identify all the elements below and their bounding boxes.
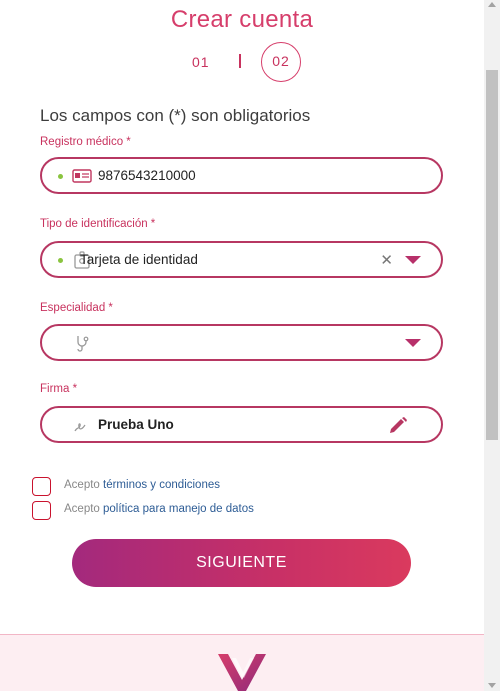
- registro-medico-field[interactable]: 9876543210000: [40, 157, 443, 194]
- step-one[interactable]: 01: [192, 54, 210, 70]
- scroll-down-icon[interactable]: [488, 683, 496, 688]
- status-dot: [58, 174, 63, 179]
- terms-prefix: Acepto: [64, 479, 100, 491]
- registro-medico-label: Registro médico *: [40, 136, 131, 148]
- status-dot: [58, 258, 63, 263]
- firma-label: Firma *: [40, 383, 78, 395]
- page-title: Crear cuenta: [170, 6, 314, 33]
- policy-prefix: Acepto: [64, 503, 100, 515]
- pencil-icon[interactable]: [387, 416, 409, 436]
- signature-icon: [74, 423, 86, 432]
- id-card-icon: [72, 169, 92, 183]
- scroll-thumb[interactable]: [486, 70, 498, 440]
- terms-link[interactable]: términos y condiciones: [103, 479, 220, 491]
- terms-text: Acepto términos y condiciones: [64, 479, 220, 491]
- especialidad-label: Especialidad *: [40, 302, 113, 314]
- chevron-down-icon[interactable]: [405, 256, 421, 264]
- brand-logo: [218, 654, 266, 691]
- scrollbar[interactable]: [484, 0, 500, 691]
- stethoscope-icon: [77, 336, 89, 352]
- step-indicator: 01 02: [0, 42, 484, 82]
- tipo-identificacion-label: Tipo de identificación *: [40, 218, 156, 230]
- clear-icon[interactable]: ✕: [380, 251, 393, 269]
- especialidad-select[interactable]: [40, 324, 443, 361]
- scroll-up-icon[interactable]: [488, 2, 496, 7]
- policy-link[interactable]: política para manejo de datos: [103, 503, 254, 515]
- policy-checkbox[interactable]: [32, 501, 51, 520]
- policy-text: Acepto política para manejo de datos: [64, 503, 254, 515]
- chevron-down-icon[interactable]: [405, 339, 421, 347]
- registro-medico-value: 9876543210000: [98, 168, 196, 183]
- required-fields-note: Los campos con (*) son obligatorios: [40, 106, 311, 125]
- next-button[interactable]: SIGUIENTE: [72, 539, 411, 587]
- tipo-identificacion-value: Tarjeta de identidad: [80, 252, 198, 267]
- terms-checkbox[interactable]: [32, 477, 51, 496]
- firma-field[interactable]: Prueba Uno: [40, 406, 443, 443]
- tipo-identificacion-select[interactable]: Tarjeta de identidad ✕: [40, 241, 443, 278]
- step-divider: [239, 54, 241, 68]
- firma-value: Prueba Uno: [98, 417, 174, 432]
- step-two-current: 02: [261, 42, 301, 82]
